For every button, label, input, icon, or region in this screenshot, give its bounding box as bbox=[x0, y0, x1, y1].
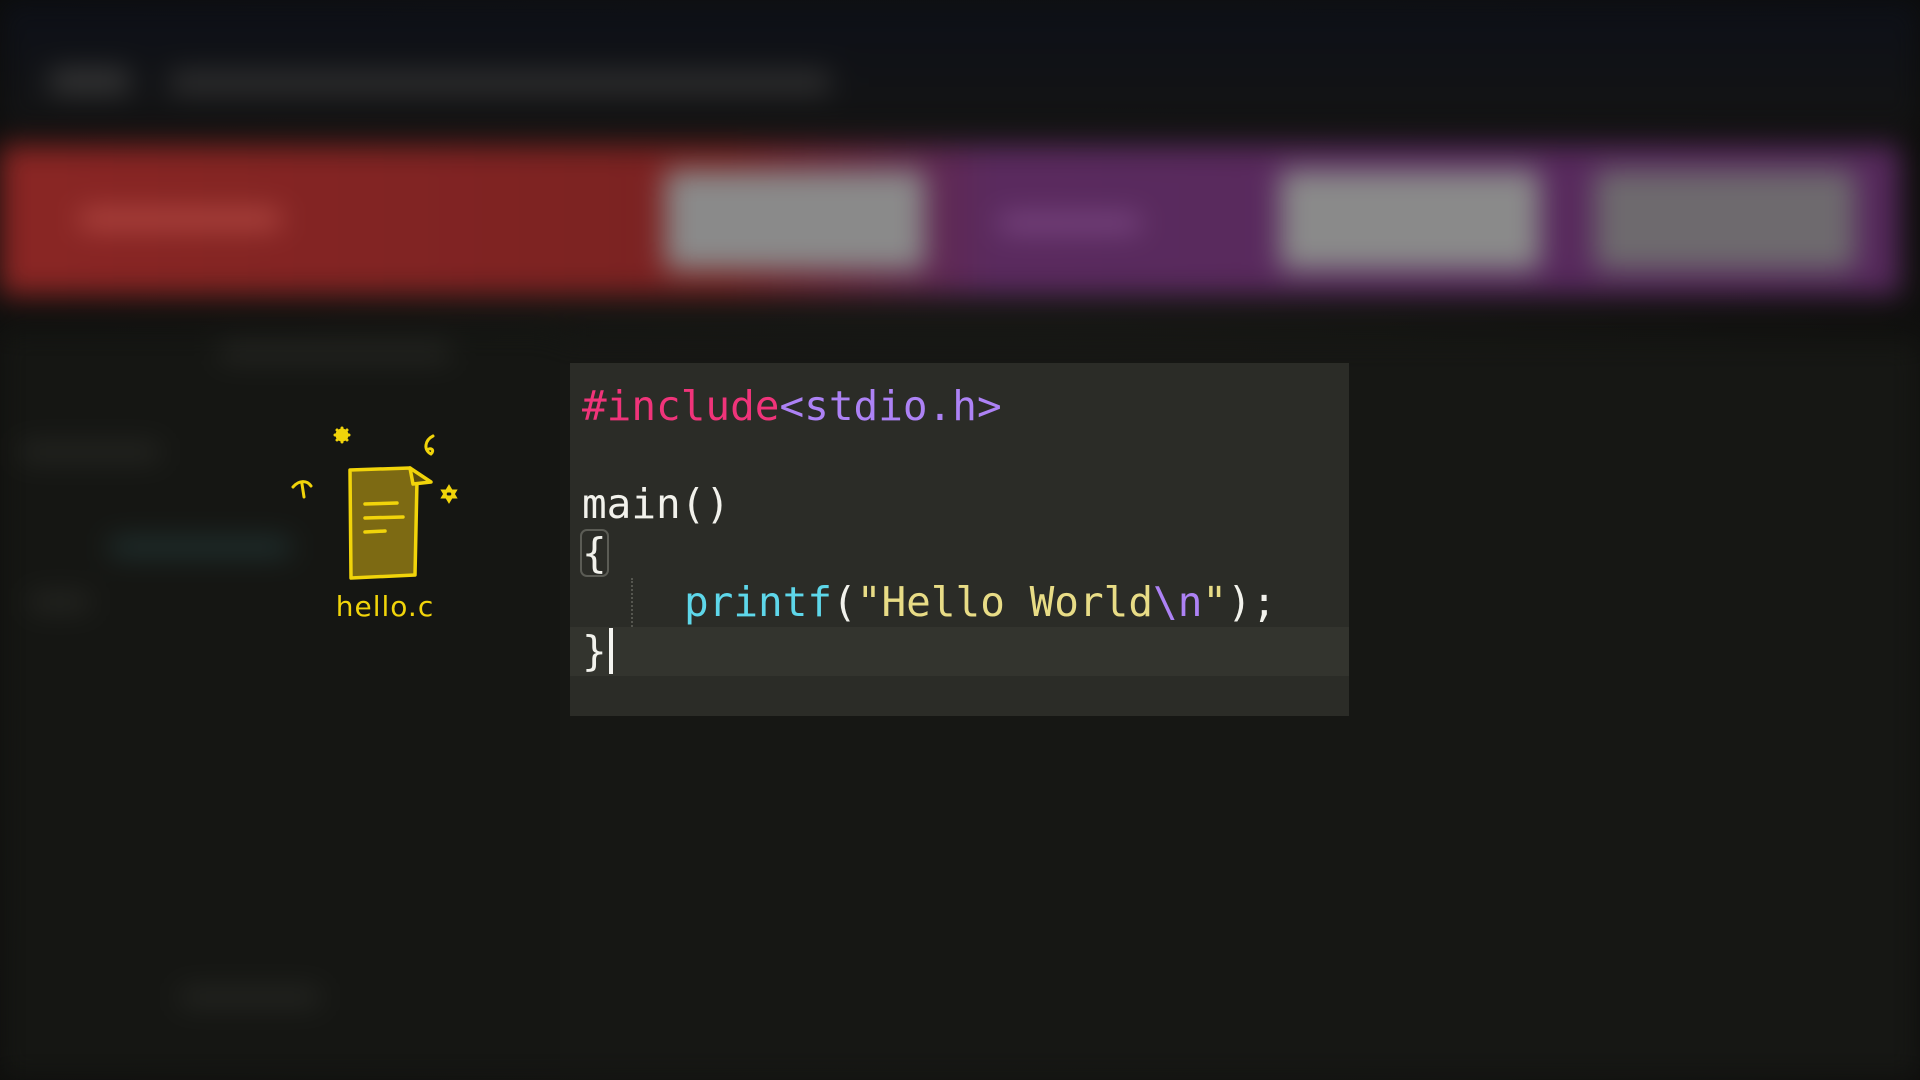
indent-guide bbox=[631, 578, 633, 627]
code-line-printf[interactable]: printf("Hello World\n"); bbox=[684, 578, 1276, 627]
background-text-line bbox=[180, 990, 320, 1004]
background-text-line bbox=[30, 595, 90, 609]
background-text-line bbox=[110, 540, 290, 554]
current-line-highlight bbox=[570, 627, 1349, 676]
background-title-bar bbox=[0, 0, 1920, 130]
background-banner-text bbox=[1000, 215, 1140, 231]
background-text-line bbox=[20, 445, 160, 459]
close-brace: } bbox=[582, 627, 607, 675]
background-button bbox=[1280, 170, 1540, 270]
document-icon bbox=[291, 426, 458, 580]
open-paren: ( bbox=[832, 578, 857, 626]
preprocessor-directive: #include bbox=[582, 382, 780, 430]
escape-sequence: \n bbox=[1153, 578, 1203, 626]
code-line-close-brace[interactable]: } bbox=[582, 627, 613, 676]
text-cursor bbox=[608, 628, 613, 674]
code-line-main[interactable]: main() bbox=[582, 480, 730, 529]
statement-end: ); bbox=[1227, 578, 1277, 626]
background-text-line bbox=[220, 345, 450, 359]
screen: hello.c #include<stdio.h> main() { print… bbox=[0, 0, 1920, 1080]
background-banner-text bbox=[80, 210, 280, 228]
code-editor[interactable]: #include<stdio.h> main() { printf("Hello… bbox=[570, 363, 1349, 716]
file-name-label: hello.c bbox=[335, 590, 435, 623]
code-line-include[interactable]: #include<stdio.h> bbox=[582, 382, 1002, 431]
file-doodle: hello.c bbox=[285, 420, 485, 625]
include-header: <stdio.h> bbox=[779, 382, 1002, 430]
matched-open-brace: { bbox=[580, 529, 609, 577]
string-literal: "Hello World bbox=[856, 578, 1154, 626]
code-line-open-brace[interactable]: { bbox=[580, 529, 609, 578]
background-button bbox=[1595, 170, 1855, 270]
background-button bbox=[665, 170, 925, 270]
background-title-block bbox=[50, 70, 130, 92]
string-close-quote: " bbox=[1202, 578, 1228, 626]
background-title-block bbox=[170, 72, 830, 92]
function-name: printf bbox=[684, 578, 833, 626]
main-signature: main() bbox=[582, 480, 731, 528]
